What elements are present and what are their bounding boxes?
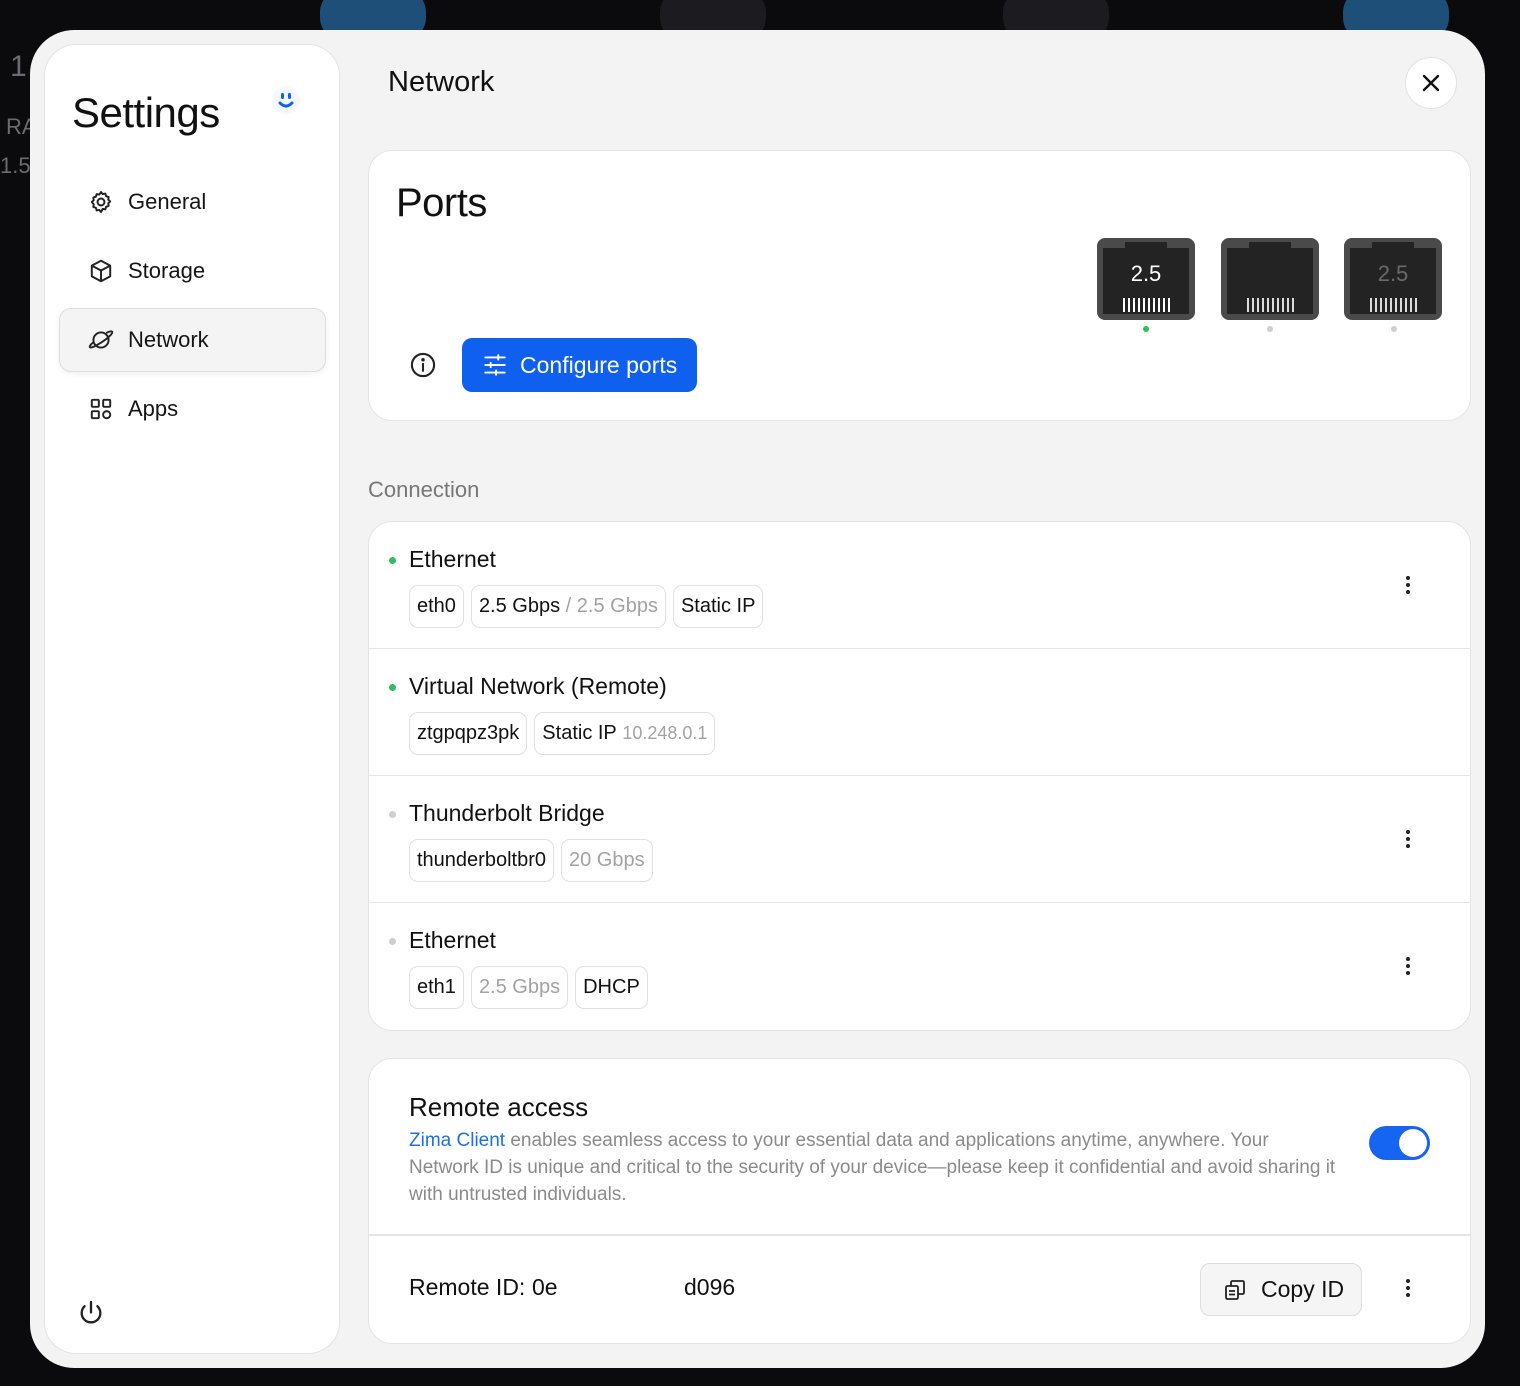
connection-row-eth1[interactable]: Ethernet eth1 2.5 Gbps DHCP (369, 903, 1470, 1030)
remote-access-card: Remote access Zima Client enables seamle… (368, 1058, 1471, 1344)
ip-mode-tag: DHCP (575, 966, 648, 1009)
interface-tag: eth1 (409, 966, 464, 1009)
interface-tag: ztgpqpz3pk (409, 712, 528, 755)
connection-name: Virtual Network (Remote) (409, 673, 667, 699)
port-speed-label: 2.5 (1378, 261, 1409, 286)
remote-access-title: Remote access (409, 1092, 589, 1122)
more-options-button[interactable] (1404, 1279, 1412, 1301)
speed-tag: 2.5 Gbps (470, 966, 569, 1009)
connection-row-virtual[interactable]: Virtual Network (Remote) ztgpqpz3pk Stat… (369, 649, 1470, 776)
port-status-dot (1391, 326, 1397, 332)
connection-tags: eth0 2.5 Gbps / 2.5 Gbps Static IP (409, 585, 764, 628)
connection-name: Thunderbolt Bridge (409, 800, 605, 826)
copy-id-label: Copy ID (1261, 1276, 1345, 1302)
sidebar-item-label: General (128, 189, 207, 214)
connection-list: Ethernet eth0 2.5 Gbps / 2.5 Gbps Static… (368, 521, 1471, 1031)
sidebar-title: Settings (72, 89, 220, 136)
sidebar-item-label: Network (128, 327, 209, 352)
status-dot-online (389, 684, 396, 691)
toggle-knob (1399, 1129, 1427, 1157)
sidebar-item-label: Storage (128, 258, 206, 283)
close-button[interactable] (1405, 57, 1457, 109)
sidebar-item-apps[interactable]: Apps (59, 377, 326, 441)
connection-tags: thunderboltbr0 20 Gbps (409, 839, 653, 882)
speed-tag: 2.5 Gbps / 2.5 Gbps (470, 585, 666, 628)
ip-mode-tag: Static IP 10.248.0.1 (534, 712, 716, 755)
port-status-dot (1143, 326, 1149, 332)
zima-client-link[interactable]: Zima Client (409, 1130, 505, 1151)
sidebar-item-label: Apps (128, 396, 179, 421)
configure-ports-label: Configure ports (520, 351, 678, 378)
sidebar-item-general[interactable]: General (59, 170, 326, 234)
remote-access-toggle[interactable] (1369, 1126, 1430, 1160)
copy-icon (1225, 1279, 1245, 1300)
planet-icon (88, 330, 114, 349)
connection-name: Ethernet (409, 927, 496, 953)
connection-tags: eth1 2.5 Gbps DHCP (409, 966, 648, 1009)
gear-icon (90, 191, 112, 213)
connection-name: Ethernet (409, 546, 496, 572)
settings-window: Settings General Storage Network Apps Ne… (30, 30, 1485, 1368)
sliders-icon (484, 354, 506, 376)
info-icon[interactable] (409, 351, 437, 379)
divider (369, 1234, 1470, 1236)
interface-tag: eth0 (409, 585, 464, 628)
remote-id-value-end: d096 (684, 1274, 736, 1300)
ethernet-port-icon: 2.5 (1097, 238, 1195, 320)
ip-mode: Static IP (542, 722, 617, 744)
status-dot-offline (389, 938, 396, 945)
port-status-dot (1267, 326, 1273, 332)
sidebar-item-storage[interactable]: Storage (59, 239, 326, 303)
connection-row-thunderbolt[interactable]: Thunderbolt Bridge thunderboltbr0 20 Gbp… (369, 776, 1470, 903)
power-icon[interactable] (77, 1299, 105, 1327)
connection-row-eth0[interactable]: Ethernet eth0 2.5 Gbps / 2.5 Gbps Static… (369, 522, 1470, 649)
port-speed-label: 2.5 (1131, 261, 1162, 286)
remote-access-description: Zima Client enables seamless access to y… (409, 1127, 1339, 1208)
page-title: Network (388, 66, 495, 98)
sidebar: Settings General Storage Network Apps (44, 44, 340, 1354)
smiley-icon[interactable] (271, 85, 301, 115)
speed-separator: / (560, 595, 577, 617)
speed-max: 2.5 Gbps (576, 595, 658, 617)
interface-tag: thunderboltbr0 (409, 839, 554, 882)
close-icon (1422, 74, 1440, 92)
background-text: 1 (10, 50, 27, 83)
speed-current: 2.5 Gbps (478, 595, 561, 617)
status-dot-online (389, 557, 396, 564)
remote-access-description-text: enables seamless access to your essentia… (409, 1130, 1336, 1205)
sidebar-nav: General Storage Network Apps (59, 170, 326, 446)
more-options-button[interactable] (1404, 830, 1412, 852)
connection-section-label: Connection (368, 477, 480, 502)
remote-id-value-start: 0e (532, 1274, 558, 1300)
connection-tags: ztgpqpz3pk Static IP 10.248.0.1 (409, 712, 716, 755)
ports-title: Ports (396, 181, 487, 225)
ip-mode-tag: Static IP (672, 585, 764, 628)
background-text: 1.5 (0, 153, 31, 178)
ports-card: Ports Configure ports 2.5 2.5 (368, 150, 1471, 421)
ethernet-port-icon: 2.5 (1344, 238, 1442, 320)
box-icon (90, 259, 112, 283)
copy-id-button[interactable]: Copy ID (1200, 1263, 1362, 1316)
grid-icon (90, 398, 112, 420)
remote-id-label: Remote ID: (409, 1274, 526, 1300)
status-dot-offline (389, 811, 396, 818)
ip-address: 10.248.0.1 (622, 723, 708, 743)
configure-ports-button[interactable]: Configure ports (462, 338, 697, 392)
more-options-button[interactable] (1404, 957, 1412, 979)
ethernet-port-icon (1221, 238, 1319, 320)
sidebar-item-network[interactable]: Network (59, 308, 326, 372)
more-options-button[interactable] (1404, 576, 1412, 598)
speed-tag: 20 Gbps (560, 839, 653, 882)
